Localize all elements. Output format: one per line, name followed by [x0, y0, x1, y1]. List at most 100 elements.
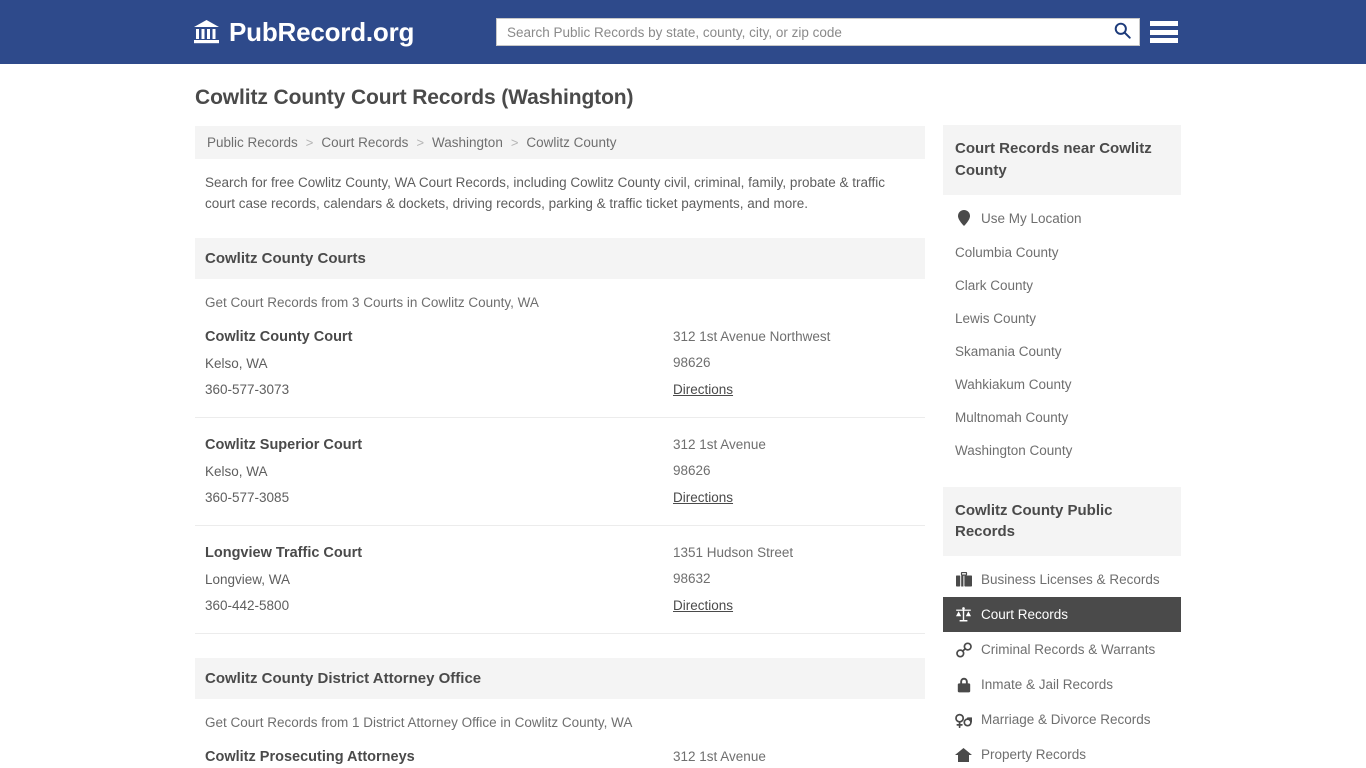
breadcrumb-item-1[interactable]: Public Records [207, 135, 298, 150]
record-entry: Cowlitz Prosecuting AttorneysKelso, WA36… [195, 730, 925, 768]
map-pin-icon [955, 210, 972, 227]
record-name[interactable]: Longview Traffic Court [205, 545, 673, 561]
public-records-item[interactable]: Court Records [943, 597, 1181, 632]
nearby-county-item[interactable]: Washington County [943, 434, 1181, 467]
venus-mars-icon [955, 711, 972, 728]
breadcrumb: Public Records > Court Records > Washington >… [195, 126, 925, 159]
public-records-label: Marriage & Divorce Records [981, 712, 1151, 727]
brand-name: PubRecord.org [229, 16, 415, 47]
section-subheading: Get Court Records from 3 Courts in Cowli… [205, 295, 539, 311]
nearby-county-label: Wahkiakum County [955, 376, 1072, 392]
breadcrumb-item-2[interactable]: Court Records [321, 135, 408, 150]
scales-of-justice-icon [955, 606, 972, 623]
public-records-heading: Cowlitz County Public Records [943, 486, 1181, 556]
public-records-label: Court Records [981, 607, 1069, 622]
sidebar: Court Records near Cowlitz County Use My… [943, 86, 1181, 768]
record-entry-right: 312 1st Avenue Northwest 98626 Directions [673, 329, 915, 399]
nearby-county-label: Columbia County [955, 244, 1059, 260]
public-records-label: Inmate & Jail Records [981, 677, 1114, 692]
nearby-county-label: Multnomah County [955, 409, 1069, 425]
public-records-label: Property Records [981, 747, 1087, 762]
section-heading: Cowlitz County Courts [195, 238, 925, 280]
site-logo[interactable]: PubRecord.org [193, 17, 414, 48]
public-records-item[interactable]: Criminal Records & Warrants [943, 632, 1181, 667]
record-name[interactable]: Cowlitz Prosecuting Attorneys [205, 749, 673, 765]
record-entry-left: Cowlitz Prosecuting AttorneysKelso, WA36… [205, 749, 673, 768]
record-city-state: Longview, WA [205, 572, 291, 588]
search-icon [1114, 22, 1131, 42]
record-address: 312 1st Avenue [673, 437, 766, 453]
section-subheading: Get Court Records from 1 District Attorn… [205, 715, 633, 731]
nearby-county-list: Use My Location Columbia County Clark Coun… [943, 195, 1181, 467]
house-icon [955, 746, 972, 763]
record-city-state: Kelso, WA [205, 356, 268, 372]
breadcrumb-item-4[interactable]: Cowlitz County [526, 135, 616, 150]
directions-link[interactable]: Directions [673, 490, 733, 505]
handcuffs-icon [955, 641, 972, 658]
record-entry: Cowlitz County Court Kelso, WA 360-577-307… [195, 310, 925, 419]
breadcrumb-separator: > [305, 135, 314, 150]
record-entry-right: 312 1st Avenue98626Directions [673, 749, 915, 768]
nearby-panel-heading: Court Records near Cowlitz County [943, 125, 1181, 195]
record-phone: 360-577-3073 [205, 382, 290, 398]
search-bar[interactable] [496, 18, 1140, 46]
breadcrumb-separator: > [416, 135, 425, 150]
search-input[interactable] [497, 19, 1105, 45]
public-records-item[interactable]: Business Licenses & Records [943, 562, 1181, 597]
page-body: Cowlitz County Court Records (Washington… [0, 64, 1366, 768]
hamburger-menu-icon[interactable] [1150, 19, 1178, 45]
nearby-county-label: Clark County [955, 277, 1034, 293]
directions-link[interactable]: Directions [673, 382, 733, 397]
search-button[interactable] [1105, 19, 1139, 45]
record-address: 312 1st Avenue [673, 749, 766, 765]
record-zip: 98632 [673, 571, 711, 587]
public-records-item[interactable]: Marriage & Divorce Records [943, 702, 1181, 737]
record-zip: 98626 [673, 355, 711, 371]
nearby-panel: Court Records near Cowlitz County Use My… [943, 125, 1181, 467]
record-entry-right: 1351 Hudson Street 98632 Directions [673, 545, 915, 615]
record-phone: 360-442-5800 [205, 598, 290, 614]
record-entry-left: Longview Traffic Court Longview, WA 360-44… [205, 545, 673, 615]
breadcrumb-separator: > [510, 135, 519, 150]
nearby-county-item[interactable]: Skamania County [943, 335, 1181, 368]
directions-link[interactable]: Directions [673, 598, 733, 613]
page-title: Cowlitz County Court Records (Washington… [195, 86, 634, 109]
nearby-county-item[interactable]: Clark County [943, 269, 1181, 302]
public-records-list: Business Licenses & Records Court Records… [943, 556, 1181, 768]
nearby-county-label: Skamania County [955, 343, 1062, 359]
content-container: Cowlitz County Court Records (Washington… [195, 64, 1181, 768]
bank-icon [193, 19, 220, 45]
public-records-label: Criminal Records & Warrants [981, 642, 1156, 657]
breadcrumb-item-3[interactable]: Washington [432, 135, 503, 150]
record-phone: 360-577-3085 [205, 490, 290, 506]
record-city-state: Kelso, WA [205, 464, 268, 480]
public-records-item[interactable]: Inmate & Jail Records [943, 667, 1181, 702]
record-zip: 98626 [673, 463, 711, 479]
record-address: 1351 Hudson Street [673, 545, 794, 561]
record-entry-left: Cowlitz Superior Court Kelso, WA 360-577-3… [205, 437, 673, 507]
section-heading: Cowlitz County District Attorney Office [195, 658, 925, 700]
nearby-county-item[interactable]: Columbia County [943, 236, 1181, 269]
nearby-county-label: Washington County [955, 442, 1073, 458]
nearby-county-label: Lewis County [955, 310, 1037, 326]
record-name[interactable]: Cowlitz Superior Court [205, 437, 673, 453]
record-name[interactable]: Cowlitz County Court [205, 329, 673, 345]
public-records-item[interactable]: Property Records [943, 737, 1181, 768]
nearby-county-item[interactable]: Use My Location [943, 201, 1181, 236]
records-sections: Cowlitz County Courts Get Court Records f… [195, 238, 925, 768]
main-column: Cowlitz County Court Records (Washington… [195, 86, 925, 768]
record-entry: Cowlitz Superior Court Kelso, WA 360-577-3… [195, 418, 925, 527]
nearby-county-label: Use My Location [981, 210, 1082, 226]
public-records-label: Business Licenses & Records [981, 572, 1160, 587]
record-entry-right: 312 1st Avenue 98626 Directions [673, 437, 915, 507]
nearby-county-item[interactable]: Wahkiakum County [943, 368, 1181, 401]
public-records-panel: Cowlitz County Public Records Business L… [943, 486, 1181, 768]
record-entry-left: Cowlitz County Court Kelso, WA 360-577-307… [205, 329, 673, 399]
nearby-county-item[interactable]: Multnomah County [943, 401, 1181, 434]
nearby-county-item[interactable]: Lewis County [943, 302, 1181, 335]
site-header: PubRecord.org [0, 0, 1366, 64]
lock-icon [955, 676, 972, 693]
briefcase-icon [955, 571, 972, 588]
page-description: Search for free Cowlitz County, WA Court… [205, 175, 885, 211]
record-entry: Longview Traffic Court Longview, WA 360-44… [195, 526, 925, 635]
